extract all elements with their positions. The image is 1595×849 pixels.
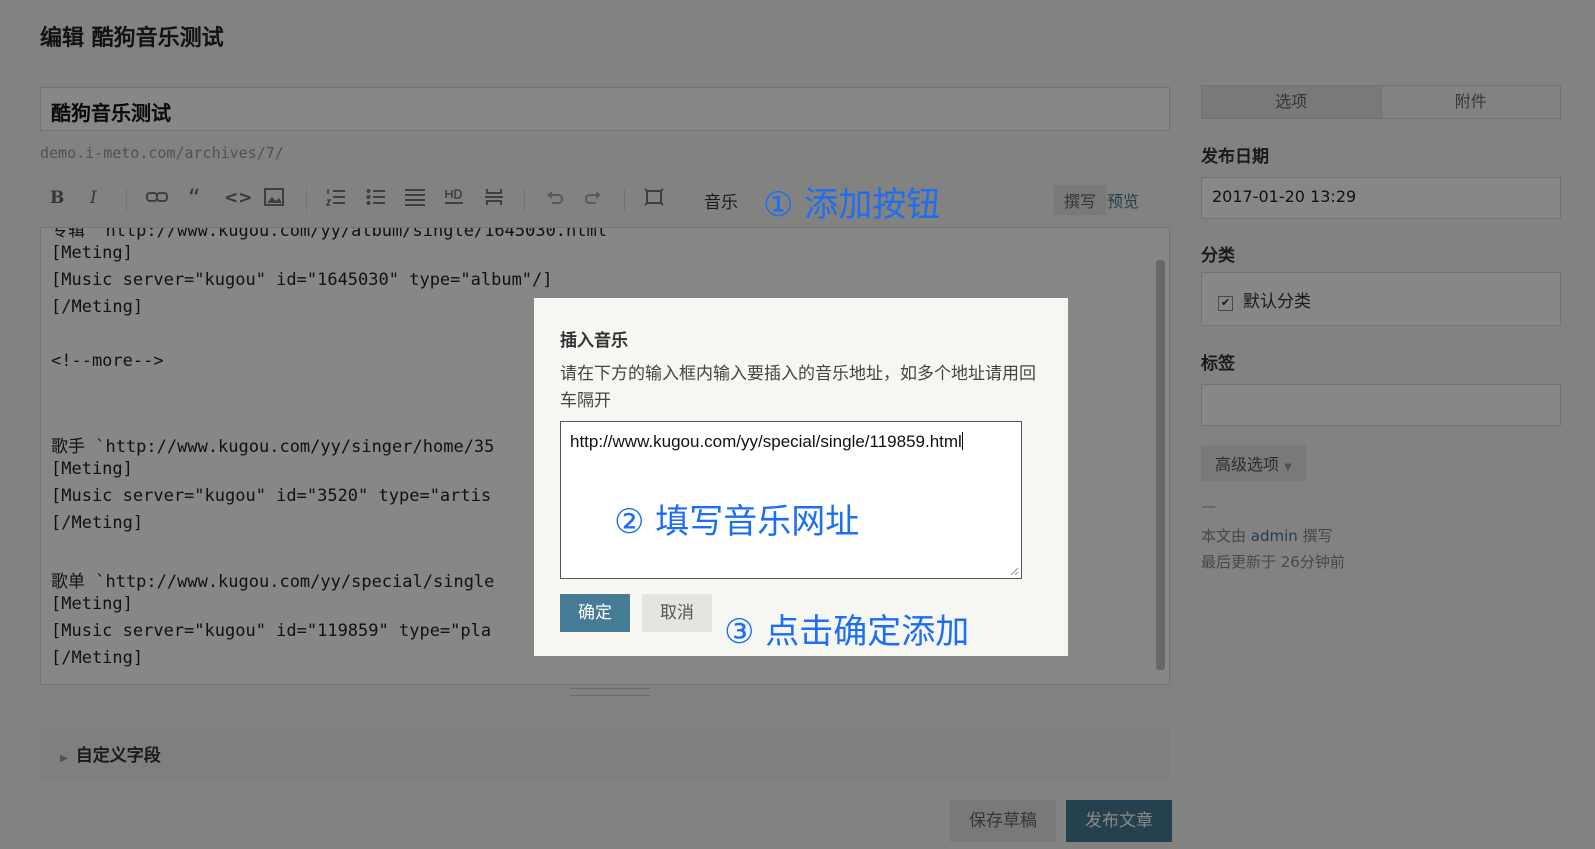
resize-grip-icon[interactable] — [1009, 566, 1019, 576]
music-url-value: http://www.kugou.com/yy/special/single/1… — [570, 432, 962, 451]
cancel-button[interactable]: 取消 — [642, 594, 712, 632]
annotation-step-1: ① 添加按钮 — [763, 185, 941, 225]
annotation-step-3: ③ 点击确定添加 — [724, 612, 970, 652]
insert-music-dialog: 插入音乐 请在下方的输入框内输入要插入的音乐地址，如多个地址请用回车隔开 htt… — [534, 298, 1068, 656]
text-cursor — [961, 432, 963, 450]
dialog-description: 请在下方的输入框内输入要插入的音乐地址，如多个地址请用回车隔开 — [560, 364, 1036, 411]
annotation-step-2: ② 填写音乐网址 — [614, 502, 860, 542]
dialog-title: 插入音乐 — [560, 331, 628, 351]
confirm-button[interactable]: 确定 — [560, 594, 630, 632]
